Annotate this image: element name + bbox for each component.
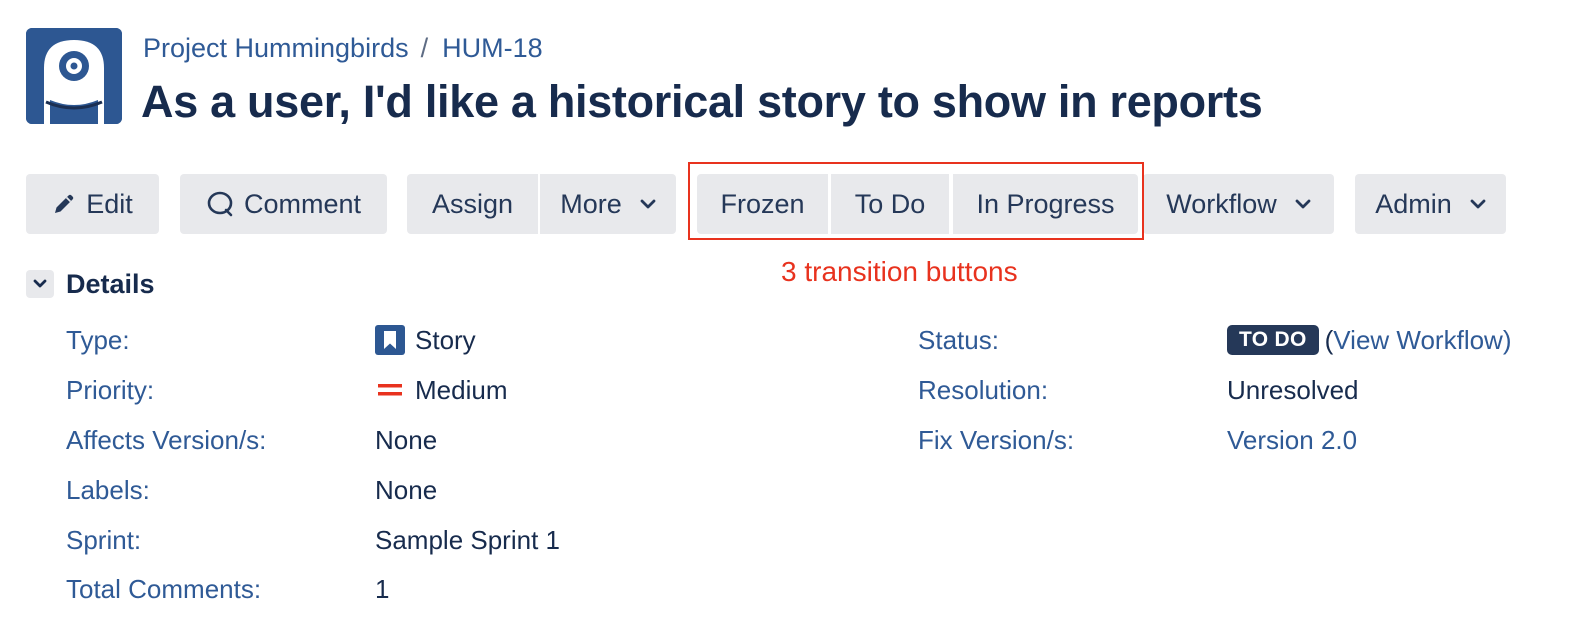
total-comments-label: Total Comments:: [66, 574, 262, 604]
edit-button-label: Edit: [86, 188, 133, 219]
labels-value[interactable]: None: [375, 475, 437, 505]
chevron-down-icon: [33, 279, 47, 289]
transition-buttons-highlight-box: [688, 162, 1144, 240]
details-heading: Details: [66, 269, 155, 299]
type-label: Type:: [66, 325, 130, 355]
fix-version-link[interactable]: Version 2.0: [1227, 425, 1357, 455]
chevron-down-icon: [1470, 198, 1486, 210]
type-value-text: Story: [415, 325, 476, 355]
affects-versions-label: Affects Version/s:: [66, 425, 267, 455]
details-toggle[interactable]: [26, 270, 54, 298]
status-label: Status:: [918, 325, 999, 355]
comment-button[interactable]: Comment: [180, 174, 387, 234]
status-value: TO DO (View Workflow): [1227, 325, 1512, 355]
admin-button-label: Admin: [1375, 188, 1452, 219]
fix-versions-label: Fix Version/s:: [918, 425, 1075, 455]
assign-button-label: Assign: [431, 188, 514, 219]
project-avatar[interactable]: [26, 28, 122, 124]
priority-value-text: Medium: [415, 375, 508, 405]
chevron-down-icon: [640, 198, 656, 210]
breadcrumb-issue-key-link[interactable]: HUM-18: [442, 33, 543, 64]
affects-versions-value[interactable]: None: [375, 425, 437, 455]
sprint-value[interactable]: Sample Sprint 1: [375, 525, 560, 555]
project-avatar-icon: [26, 28, 122, 124]
issue-title[interactable]: As a user, I'd like a historical story t…: [141, 76, 1263, 128]
comment-bubble-icon: [206, 190, 234, 218]
more-dropdown-button[interactable]: More: [540, 174, 676, 234]
labels-label: Labels:: [66, 475, 150, 505]
status-badge: TO DO: [1227, 325, 1319, 355]
priority-label: Priority:: [66, 375, 155, 405]
priority-medium-icon: [375, 382, 405, 398]
edit-button[interactable]: Edit: [26, 174, 159, 234]
breadcrumb-project-link[interactable]: Project Hummingbirds: [143, 33, 409, 64]
assign-button[interactable]: Assign: [407, 174, 538, 234]
type-value[interactable]: Story: [375, 325, 476, 355]
fix-versions-value[interactable]: Version 2.0: [1227, 425, 1357, 455]
breadcrumb: Project Hummingbirds / HUM-18: [143, 30, 543, 66]
priority-value[interactable]: Medium: [375, 375, 507, 405]
workflow-button-label: Workflow: [1166, 188, 1277, 219]
view-workflow-open-paren: (: [1324, 325, 1334, 355]
resolution-value: Unresolved: [1227, 375, 1359, 405]
sprint-label: Sprint:: [66, 525, 142, 555]
view-workflow-link[interactable]: View Workflow: [1333, 325, 1503, 355]
admin-dropdown-button[interactable]: Admin: [1355, 174, 1506, 234]
pencil-icon: [52, 192, 76, 216]
total-comments-value: 1: [375, 574, 390, 604]
breadcrumb-separator: /: [420, 32, 429, 63]
story-icon: [375, 325, 405, 355]
resolution-label: Resolution:: [918, 375, 1049, 405]
annotation-caption: 3 transition buttons: [781, 256, 1018, 287]
comment-button-label: Comment: [243, 188, 362, 219]
view-workflow-close-paren: ): [1502, 325, 1512, 355]
chevron-down-icon: [1295, 198, 1311, 210]
more-button-label: More: [560, 188, 622, 219]
workflow-dropdown-button[interactable]: Workflow: [1143, 174, 1334, 234]
